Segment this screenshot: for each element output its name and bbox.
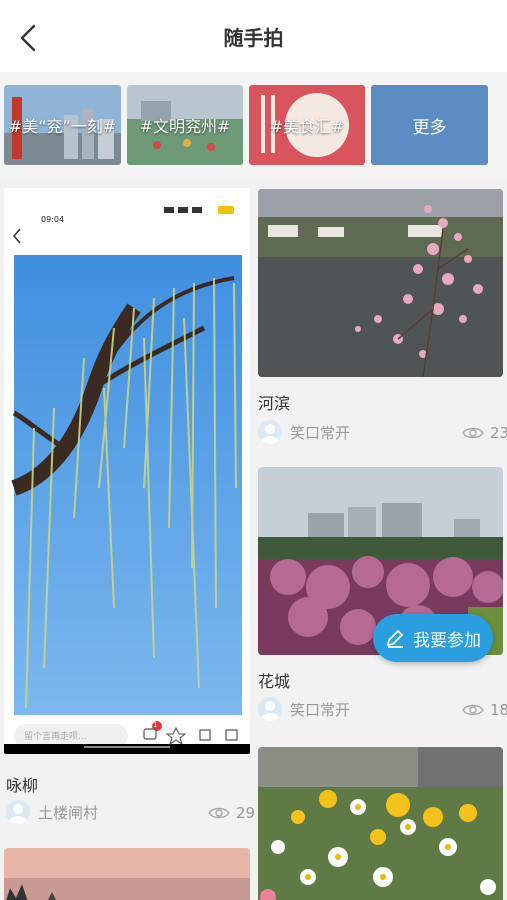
post-image-willow[interactable]: 09:04 留个言再走呗... 1 — [4, 188, 250, 754]
avatar — [6, 800, 30, 824]
post-title-flower-city: 花城 — [258, 672, 291, 691]
author-name: 土楼闸村 — [38, 803, 99, 822]
topic-label: #美“兖”一刻# — [8, 117, 117, 136]
eye-icon — [208, 807, 230, 819]
post-author-flower-city[interactable]: 笑口常开 — [258, 697, 350, 721]
view-count-willow: 29 — [208, 804, 255, 822]
screenshot-comment-placeholder: 留个言再走呗... — [24, 732, 87, 742]
author-name: 笑口常开 — [290, 423, 351, 442]
post-title-willow: 咏柳 — [6, 776, 39, 795]
topic-card-wenming[interactable]: #文明兖州# — [127, 85, 243, 165]
page: 随手拍 #美“兖”一刻# #文明兖州# #美食汇# 更多 09:04 留个言再走… — [0, 0, 507, 900]
eye-icon — [462, 427, 484, 439]
post-feed: 09:04 留个言再走呗... 1 咏柳 土楼闸村 29 河滨 笑口常开 23 … — [0, 178, 507, 900]
join-button-label: 我要参加 — [413, 630, 481, 651]
topic-card-meiyan[interactable]: #美“兖”一刻# — [4, 85, 121, 165]
page-title: 随手拍 — [223, 26, 284, 50]
river-image — [258, 189, 503, 377]
avatar — [258, 420, 282, 444]
post-author-willow[interactable]: 土楼闸村 — [6, 800, 98, 824]
topic-strip: #美“兖”一刻# #文明兖州# #美食汇# 更多 — [0, 72, 507, 178]
user-icon — [261, 424, 279, 444]
author-name: 笑口常开 — [290, 700, 351, 719]
user-icon — [261, 701, 279, 721]
view-count: 29 — [236, 804, 256, 822]
post-author-river[interactable]: 笑口常开 — [258, 420, 350, 444]
post-image-sunset[interactable] — [4, 848, 250, 900]
post-title-river: 河滨 — [258, 394, 291, 413]
topic-label: #美食汇# — [269, 117, 345, 136]
view-count-river: 23 — [462, 424, 507, 442]
topic-card-more[interactable]: 更多 — [371, 85, 488, 165]
view-count-flower-city: 18 — [462, 701, 507, 719]
post-image-daisies[interactable] — [258, 747, 503, 900]
topic-label: #文明兖州# — [139, 117, 231, 136]
topic-card-meishi[interactable]: #美食汇# — [249, 85, 365, 165]
avatar — [258, 697, 282, 721]
view-count: 23 — [490, 424, 507, 442]
view-count: 18 — [490, 701, 507, 719]
user-icon — [9, 804, 27, 824]
join-button[interactable]: 我要参加 — [373, 614, 493, 662]
willow-screenshot-image — [4, 188, 250, 754]
eye-icon — [462, 704, 484, 716]
topic-more-label: 更多 — [412, 117, 447, 138]
screenshot-comment-badge: 1 — [153, 721, 158, 729]
post-image-river[interactable] — [258, 189, 503, 377]
daisies-image — [258, 747, 503, 900]
pencil-icon — [387, 630, 403, 648]
screenshot-time: 09:04 — [41, 215, 65, 224]
header-bar: 随手拍 — [0, 0, 507, 72]
sunset-image — [4, 848, 250, 900]
